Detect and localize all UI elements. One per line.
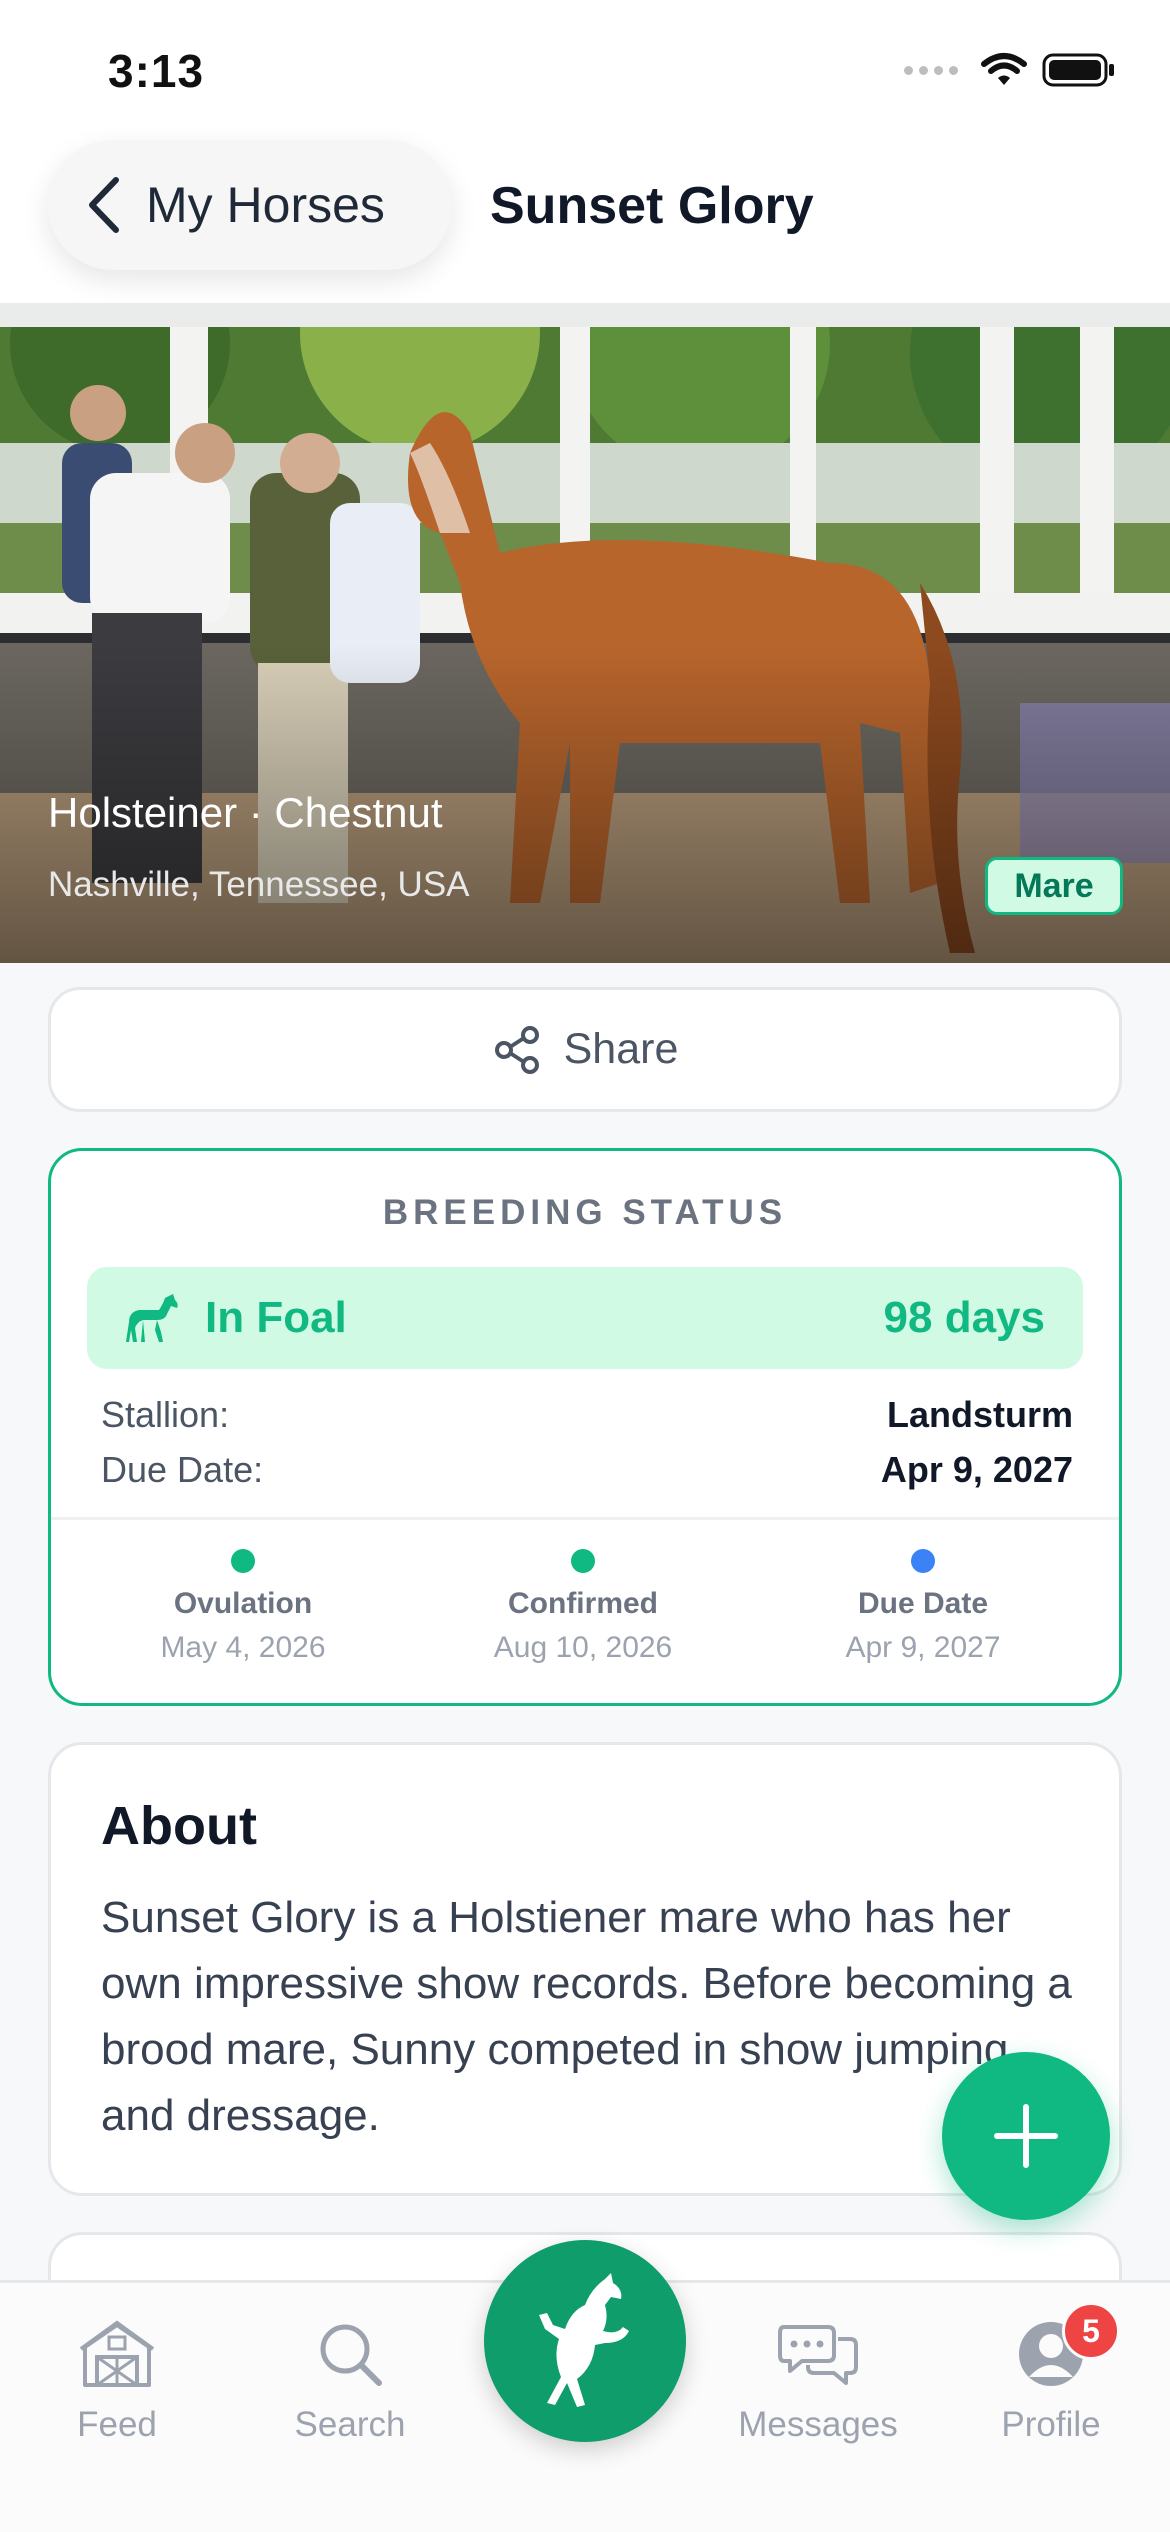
breeding-status-title: BREEDING STATUS — [382, 1193, 788, 1232]
timeline-step-confirmed: Confirmed Aug 10, 2026 — [433, 1549, 733, 1665]
timeline-date: May 4, 2026 — [160, 1631, 326, 1664]
timeline-date: Aug 10, 2026 — [493, 1631, 673, 1664]
timeline-dot — [231, 1549, 255, 1573]
timeline-date: Apr 9, 2027 — [845, 1631, 1001, 1664]
horse-icon — [126, 1294, 178, 1342]
cellular-signal-icon — [904, 65, 958, 75]
chat-bubbles-icon — [778, 2325, 858, 2385]
timeline-label: Ovulation — [173, 1587, 313, 1620]
tab-feed[interactable]: Feed — [17, 2313, 217, 2445]
tab-label: Messages — [738, 2405, 898, 2444]
barn-icon — [79, 2320, 155, 2387]
share-icon — [494, 1025, 539, 1074]
about-text: Sunset Glory is a Holstiener mare who ha… — [101, 1893, 1072, 2140]
tab-my-horses-center[interactable] — [484, 2240, 686, 2442]
share-label: Share — [563, 1025, 679, 1073]
page-title: Sunset Glory — [490, 177, 814, 235]
status-indicators — [904, 52, 1116, 88]
stallion-value: Landsturm — [886, 1394, 1073, 1435]
search-icon — [320, 2324, 382, 2386]
notification-badge: 5 — [1062, 2302, 1120, 2360]
location-label: Nashville, Tennessee, USA — [48, 865, 470, 904]
due-date-label: Due Date: — [101, 1449, 264, 1490]
tab-profile[interactable]: Profile — [951, 2313, 1151, 2445]
pregnancy-days: 98 days — [883, 1293, 1045, 1342]
tab-label: Search — [294, 2405, 406, 2444]
about-title: About — [101, 1796, 257, 1856]
due-date-value: Apr 9, 2027 — [880, 1449, 1073, 1490]
breeding-status-card: BREEDING STATUS In Foal 98 days Stallion… — [48, 1148, 1122, 1706]
due-date-row: Due Date: Apr 9, 2027 — [101, 1449, 1073, 1491]
horse-rearing-icon — [539, 2273, 629, 2407]
timeline-dot — [571, 1549, 595, 1573]
in-foal-banner: In Foal 98 days — [87, 1267, 1083, 1369]
timeline-step-ovulation: Ovulation May 4, 2026 — [93, 1549, 393, 1665]
breeding-status-value: In Foal — [205, 1293, 347, 1342]
chevron-left-icon — [89, 177, 119, 233]
back-button[interactable]: My Horses — [48, 140, 452, 270]
tab-label: Profile — [1001, 2405, 1101, 2444]
timeline-label: Due Date — [857, 1587, 989, 1620]
battery-icon — [1042, 53, 1114, 87]
share-button[interactable]: Share — [48, 987, 1122, 1112]
tab-label: Feed — [77, 2405, 157, 2444]
gender-badge: Mare — [985, 857, 1123, 915]
timeline-step-due-date: Due Date Apr 9, 2027 — [773, 1549, 1073, 1665]
breed-color-label: Holsteiner · Chestnut — [48, 789, 443, 836]
plus-icon — [994, 2104, 1058, 2168]
divider — [51, 1517, 1119, 1520]
timeline-label: Confirmed — [508, 1587, 658, 1620]
back-button-label: My Horses — [146, 177, 385, 233]
navigation-header: My Horses Sunset Glory — [0, 140, 1170, 303]
horse-photo: Holsteiner · Chestnut Nashville, Tenness… — [0, 303, 1170, 963]
add-button[interactable] — [942, 2052, 1110, 2220]
tab-search[interactable]: Search — [250, 2313, 450, 2445]
stallion-label: Stallion: — [101, 1394, 230, 1435]
status-time: 3:13 — [108, 45, 205, 97]
tab-messages[interactable]: Messages — [718, 2313, 918, 2445]
status-bar: 3:13 — [0, 0, 1170, 140]
timeline-dot — [911, 1549, 935, 1573]
stallion-row: Stallion: Landsturm — [101, 1394, 1073, 1436]
wifi-icon — [981, 53, 1027, 85]
